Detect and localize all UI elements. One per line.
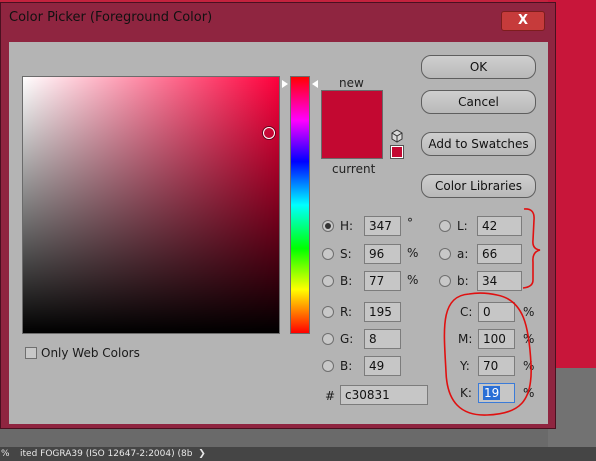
cancel-button[interactable]: Cancel — [421, 90, 536, 114]
k-unit: % — [523, 386, 535, 400]
blue-label: B: — [340, 359, 353, 373]
new-color-label: new — [339, 76, 364, 90]
lab-b-field[interactable]: 34 — [477, 271, 522, 291]
l-field[interactable]: 42 — [477, 216, 522, 236]
a-label: a: — [457, 247, 469, 261]
hex-label: # — [325, 389, 336, 403]
h-field[interactable]: 347 — [364, 216, 401, 236]
blue-field[interactable]: 49 — [364, 356, 401, 376]
expand-arrow-icon[interactable]: ❯ — [198, 449, 206, 459]
brightness-label: B: — [340, 274, 353, 288]
s-label: S: — [340, 247, 352, 261]
title-bar[interactable]: Color Picker (Foreground Color) X — [1, 3, 557, 33]
degree-unit: ° — [407, 216, 413, 230]
hex-field[interactable]: c30831 — [340, 385, 428, 405]
close-button[interactable]: X — [501, 11, 545, 31]
color-libraries-button[interactable]: Color Libraries — [421, 174, 536, 198]
blue-radio[interactable] — [322, 360, 334, 372]
k-field-selected-text: 19 — [483, 386, 501, 400]
status-bar: % ited FOGRA39 (ISO 12647-2:2004) (8b ❯ — [0, 447, 596, 461]
k-label: K: — [460, 386, 472, 400]
c-unit: % — [523, 305, 535, 319]
y-label: Y: — [460, 359, 470, 373]
c-field[interactable]: 0 — [478, 302, 515, 322]
k-field[interactable]: 19 — [478, 383, 515, 403]
annotation-brace — [522, 208, 541, 289]
a-radio[interactable] — [439, 248, 451, 260]
color-picker-dialog: Color Picker (Foreground Color) X new cu… — [0, 2, 556, 429]
s-field[interactable]: 96 — [364, 244, 401, 264]
a-field[interactable]: 66 — [477, 244, 522, 264]
current-color-label: current — [332, 162, 376, 176]
only-web-colors-label[interactable]: Only Web Colors — [41, 346, 140, 360]
document-profile-info[interactable]: ited FOGRA39 (ISO 12647-2:2004) (8b ❯ — [20, 447, 206, 461]
y-unit: % — [523, 359, 535, 373]
c-label: C: — [460, 305, 473, 319]
lab-b-radio[interactable] — [439, 275, 451, 287]
m-unit: % — [523, 332, 535, 346]
s-radio[interactable] — [322, 248, 334, 260]
brightness-field[interactable]: 77 — [364, 271, 401, 291]
l-radio[interactable] — [439, 220, 451, 232]
current-color-swatch[interactable] — [321, 124, 383, 159]
add-to-swatches-button[interactable]: Add to Swatches — [421, 132, 536, 156]
g-radio[interactable] — [322, 333, 334, 345]
h-label: H: — [340, 219, 354, 233]
m-label: M: — [458, 332, 473, 346]
lab-b-label: b: — [457, 274, 469, 288]
g-field[interactable]: 8 — [364, 329, 401, 349]
brightness-radio[interactable] — [322, 275, 334, 287]
dialog-body: new current OK Cancel Add to Swatches Co… — [9, 42, 548, 424]
r-field[interactable]: 195 — [364, 302, 401, 322]
document-profile-text: ited FOGRA39 (ISO 12647-2:2004) (8b — [20, 449, 193, 459]
dialog-title: Color Picker (Foreground Color) — [9, 10, 213, 25]
g-label: G: — [340, 332, 354, 346]
hue-slider[interactable] — [290, 76, 310, 334]
close-icon: X — [517, 13, 529, 28]
brightness-unit: % — [407, 273, 419, 287]
zoom-readout[interactable]: % — [0, 447, 15, 461]
y-field[interactable]: 70 — [478, 356, 515, 376]
color-field[interactable] — [22, 76, 280, 334]
gamut-warning-swatch[interactable] — [390, 145, 404, 159]
hue-slider-left-arrow-icon[interactable] — [282, 80, 288, 88]
l-label: L: — [457, 219, 468, 233]
s-unit: % — [407, 246, 419, 260]
only-web-colors-checkbox[interactable] — [25, 347, 37, 359]
m-field[interactable]: 100 — [478, 329, 515, 349]
r-radio[interactable] — [322, 306, 334, 318]
r-label: R: — [340, 305, 353, 319]
h-radio[interactable] — [322, 220, 334, 232]
hue-slider-right-arrow-icon[interactable] — [312, 80, 318, 88]
ok-button[interactable]: OK — [421, 55, 536, 79]
new-color-swatch — [321, 90, 383, 125]
out-of-gamut-cube-icon[interactable] — [390, 129, 404, 143]
color-field-cursor[interactable] — [263, 127, 275, 139]
